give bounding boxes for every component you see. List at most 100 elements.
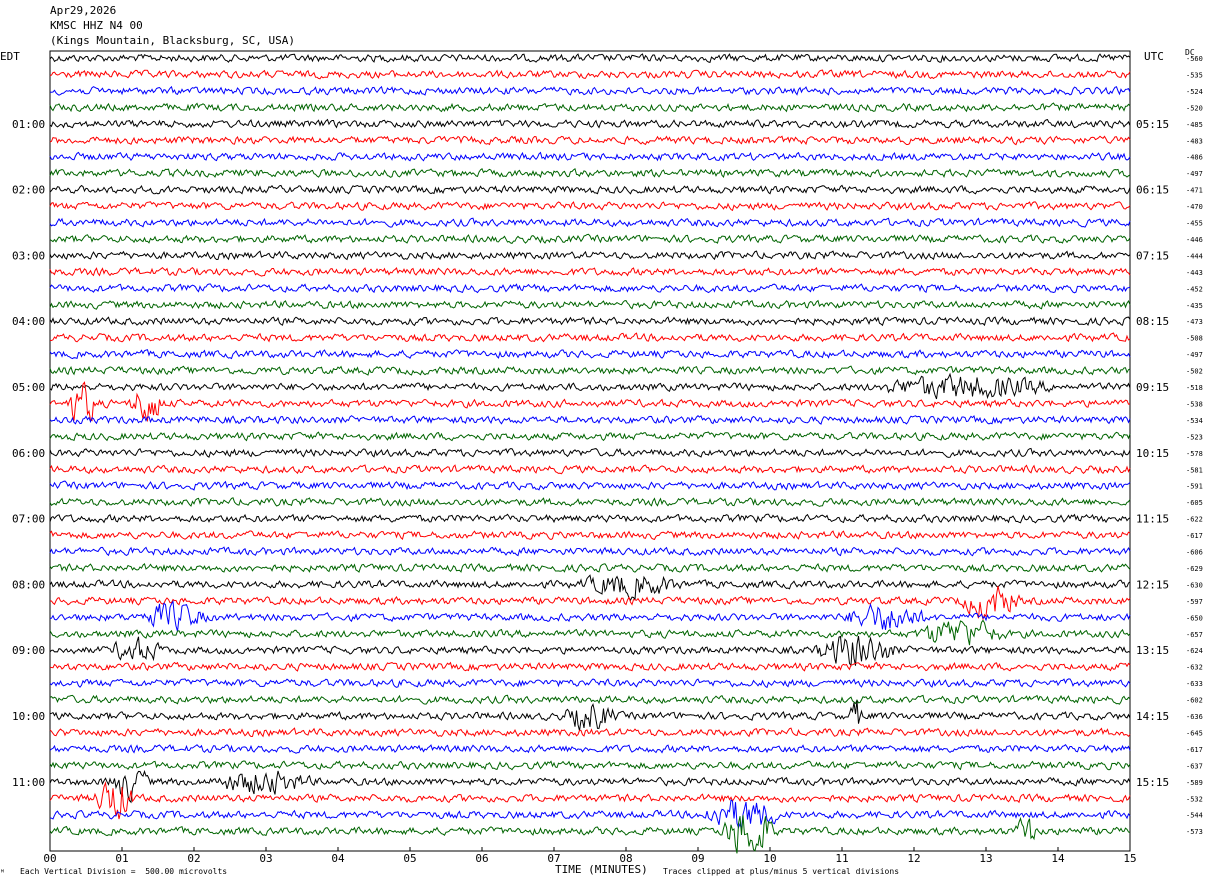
trace-line-7	[49, 167, 1131, 179]
dc-offset-label: -497	[1186, 351, 1203, 359]
trace-line-39	[49, 694, 1131, 705]
seismogram-plot: -560 -535 -524 -520 -485 -483 -486 -497 -471 -470…	[12, 50, 1203, 865]
utc-time-label: 11:15	[1136, 513, 1169, 526]
x-tick-label: 02	[187, 852, 200, 865]
trace-line-34	[49, 599, 1131, 632]
dc-offset-label: -622	[1186, 516, 1203, 524]
edt-time-label: 10:00	[12, 710, 45, 723]
utc-time-label: 09:15	[1136, 381, 1169, 394]
edt-time-label: 02:00	[12, 184, 45, 197]
trace-line-10	[49, 217, 1131, 228]
trace-line-2	[49, 85, 1131, 96]
trace-line-42	[49, 743, 1131, 754]
trace-line-13	[49, 266, 1131, 277]
dc-offset-label: -629	[1186, 565, 1203, 573]
corner-mark: ᴹ	[0, 868, 5, 877]
dc-offset-label: -497	[1186, 170, 1203, 178]
trace-line-29	[49, 530, 1131, 541]
dc-offset-label: -538	[1186, 400, 1203, 408]
dc-offset-label: -523	[1186, 433, 1203, 441]
dc-offset-label: -518	[1186, 384, 1203, 392]
utc-time-label: 07:15	[1136, 249, 1169, 262]
trace-line-41	[49, 727, 1131, 738]
trace-line-28	[49, 513, 1131, 524]
trace-line-1	[49, 69, 1131, 80]
dc-offset-label: -624	[1186, 647, 1203, 655]
dc-offset-label: -486	[1186, 154, 1203, 162]
dc-offset-label: -444	[1186, 252, 1203, 260]
x-tick-label: 03	[259, 852, 272, 865]
dc-offset-label: -544	[1186, 812, 1203, 820]
dc-offset-label: -630	[1186, 581, 1203, 589]
x-tick-label: 09	[691, 852, 704, 865]
dc-offset-label: -637	[1186, 762, 1203, 770]
x-tick-label: 01	[115, 852, 128, 865]
dc-offset-label: -520	[1186, 104, 1203, 112]
dc-offset-label: -606	[1186, 549, 1203, 557]
x-tick-label: 04	[331, 852, 345, 865]
dc-offset-label: -597	[1186, 598, 1203, 606]
trace-line-43	[49, 760, 1131, 771]
dc-offset-label: -633	[1186, 680, 1203, 688]
dc-offset-label: -508	[1186, 335, 1203, 343]
x-axis-label: TIME (MINUTES)	[555, 863, 648, 876]
dc-offset-label: -617	[1186, 532, 1203, 540]
trace-line-14	[49, 283, 1131, 294]
dc-offset-label: -617	[1186, 746, 1203, 754]
dc-offset-label: -485	[1186, 121, 1203, 129]
dc-offset-label: -455	[1186, 220, 1203, 228]
trace-line-20	[49, 372, 1131, 400]
dc-offset-label: -470	[1186, 203, 1203, 211]
trace-line-31	[49, 562, 1131, 573]
trace-line-22	[49, 415, 1131, 425]
trace-line-19	[49, 365, 1131, 376]
trace-line-18	[49, 349, 1131, 360]
trace-line-35	[49, 619, 1131, 646]
dc-offset-label: -502	[1186, 368, 1203, 376]
dc-offset-label: -446	[1186, 236, 1203, 244]
dc-offset-label: -589	[1186, 779, 1203, 787]
dc-offset-label: -602	[1186, 697, 1203, 705]
edt-time-label: 06:00	[12, 447, 45, 460]
trace-line-17	[49, 332, 1131, 343]
x-tick-label: 06	[475, 852, 488, 865]
trace-line-36	[49, 635, 1131, 667]
trace-line-4	[49, 118, 1131, 129]
trace-line-11	[49, 233, 1131, 244]
edt-time-label: 03:00	[12, 249, 45, 262]
trace-line-12	[49, 250, 1131, 261]
x-tick-label: 12	[907, 852, 920, 865]
utc-time-label: 10:15	[1136, 447, 1169, 460]
dc-offset-label: -532	[1186, 795, 1203, 803]
dc-offset-label: -573	[1186, 828, 1203, 836]
dc-offset-label: -632	[1186, 664, 1203, 672]
dc-offset-label: -560	[1186, 55, 1203, 63]
dc-offset-label: -452	[1186, 285, 1203, 293]
trace-line-37	[49, 661, 1131, 672]
utc-time-label: 08:15	[1136, 315, 1169, 328]
dc-offset-label: -524	[1186, 88, 1203, 96]
dc-offset-label: -605	[1186, 499, 1203, 507]
trace-line-15	[49, 299, 1131, 310]
trace-line-5	[49, 135, 1131, 146]
utc-time-label: 12:15	[1136, 578, 1169, 591]
x-tick-label: 11	[835, 852, 848, 865]
x-tick-label: 13	[979, 852, 992, 865]
x-tick-label: 00	[43, 852, 56, 865]
edt-time-label: 09:00	[12, 644, 45, 657]
dc-offset-label: -581	[1186, 466, 1203, 474]
x-tick-label: 14	[1051, 852, 1065, 865]
dc-offset-label: -534	[1186, 417, 1203, 425]
dc-offset-label: -535	[1186, 71, 1203, 79]
trace-line-45	[49, 781, 1131, 820]
trace-line-33	[50, 585, 1131, 621]
trace-line-26	[49, 480, 1131, 491]
edt-time-label: 05:00	[12, 381, 45, 394]
dc-offset-label: -591	[1186, 483, 1203, 491]
trace-line-27	[49, 497, 1131, 507]
dc-offset-label: -657	[1186, 631, 1203, 639]
dc-offset-label: -636	[1186, 713, 1203, 721]
utc-time-label: 15:15	[1136, 776, 1169, 789]
scale-note: Each Vertical Division = 500.00 microvol…	[20, 867, 228, 876]
utc-time-label: 14:15	[1136, 710, 1169, 723]
